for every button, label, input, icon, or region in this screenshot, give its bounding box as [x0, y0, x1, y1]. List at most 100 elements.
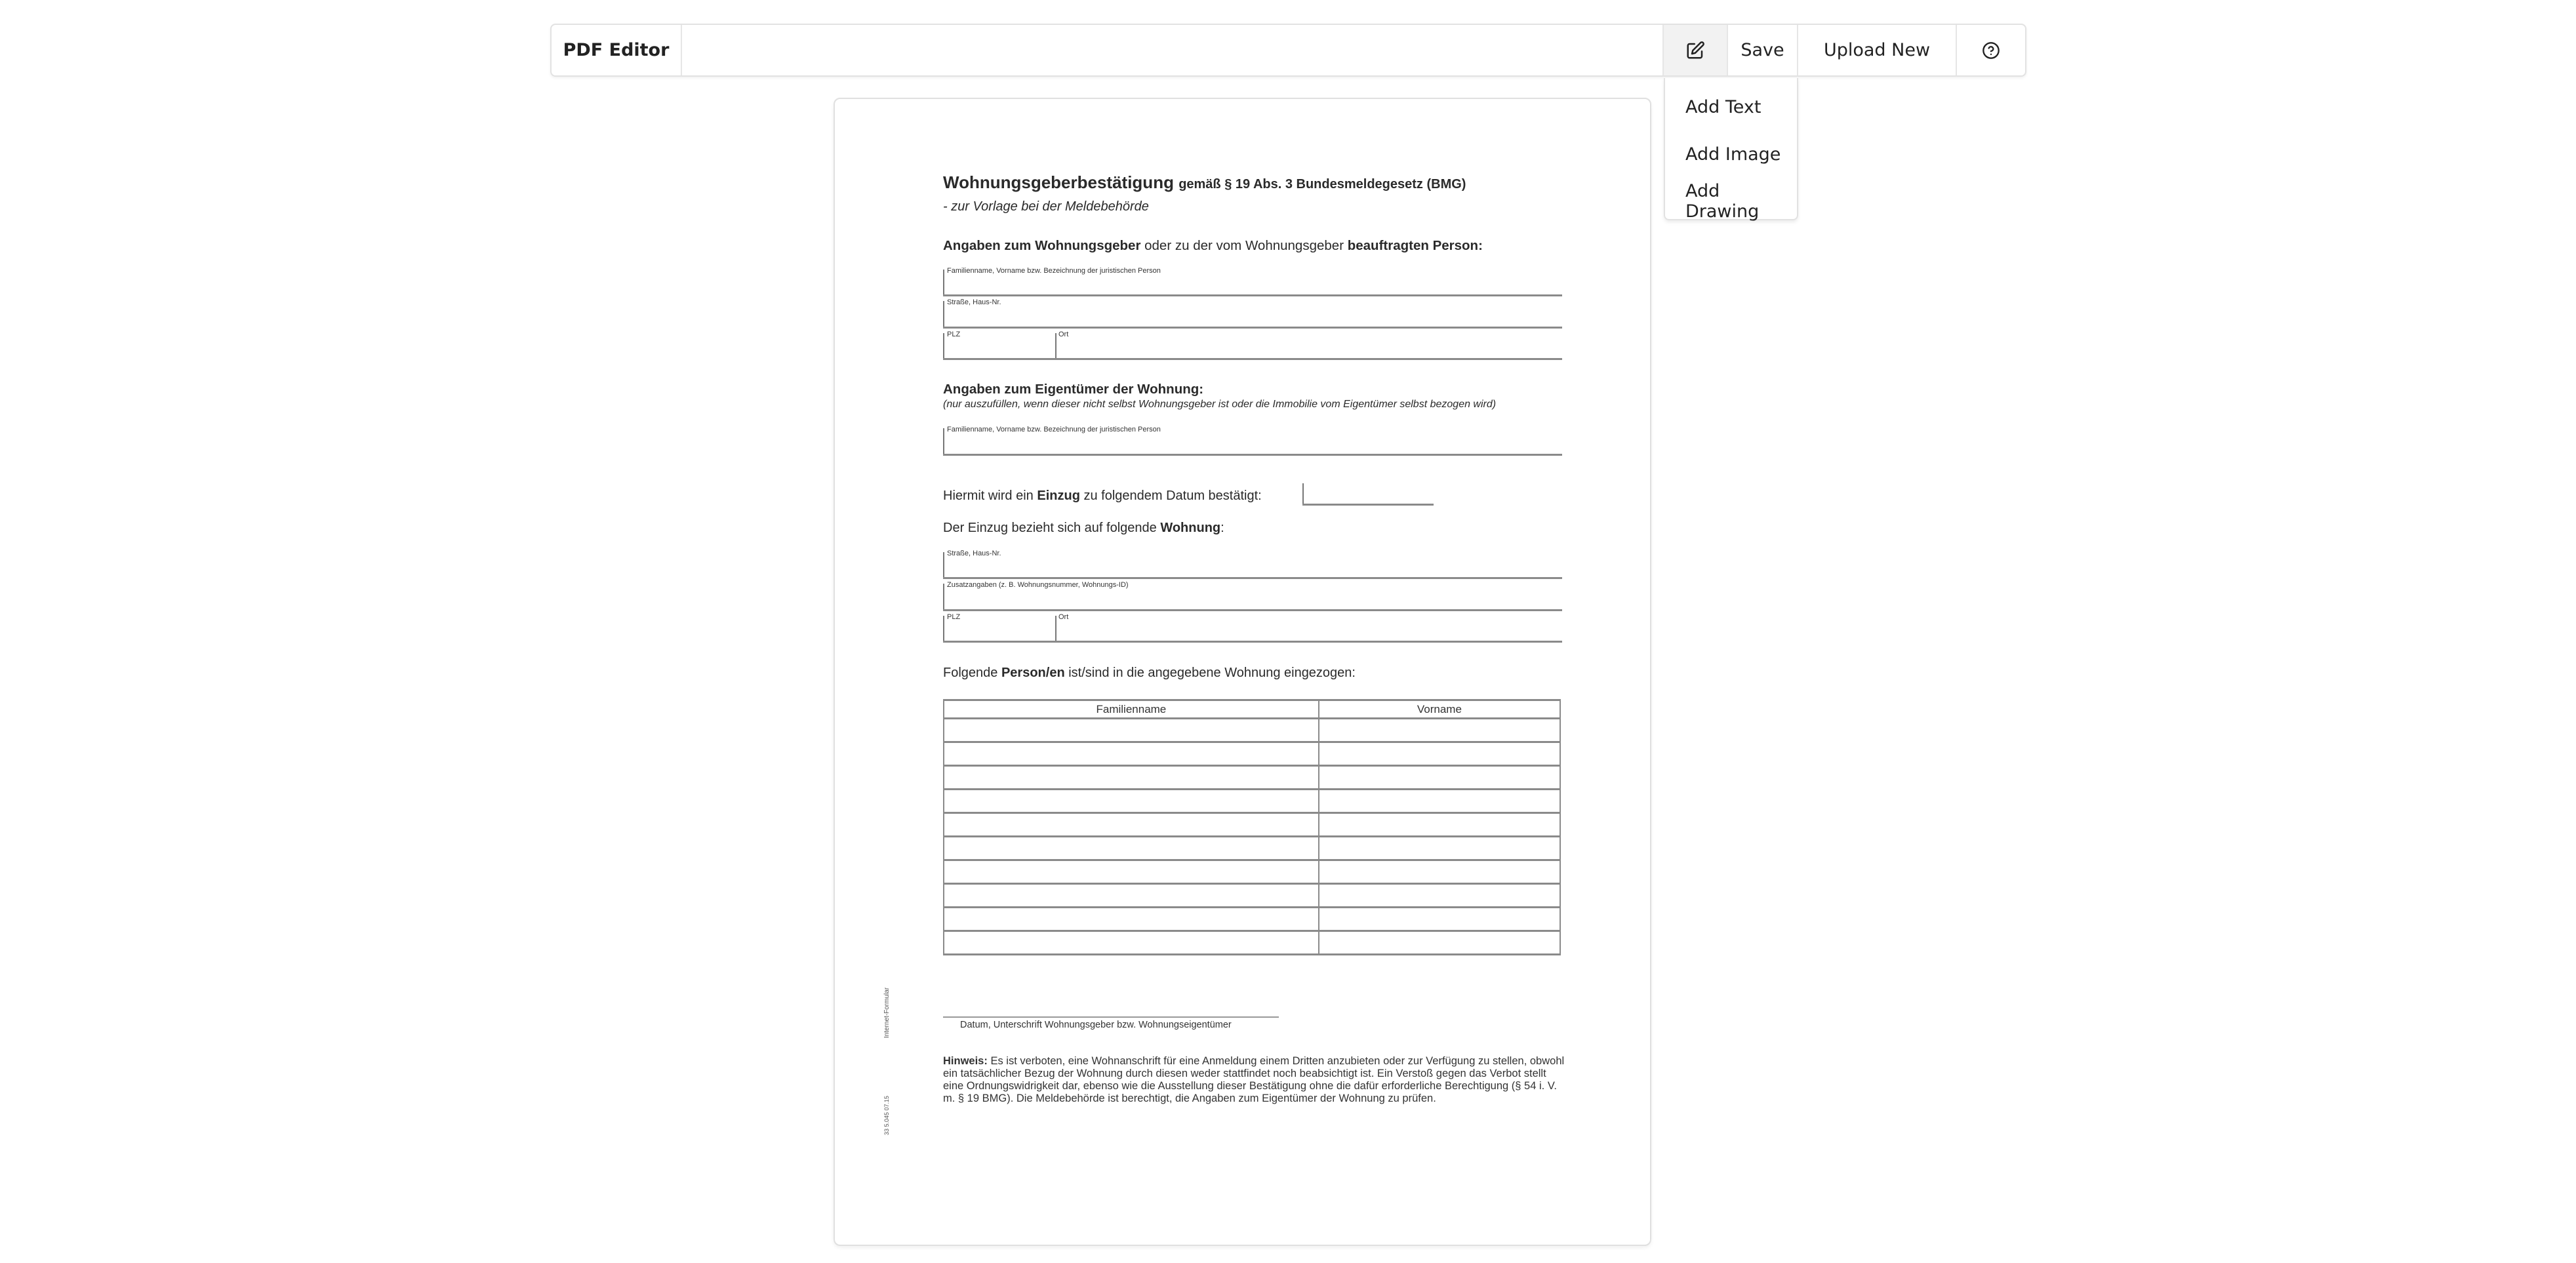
- heading-normal-part: oder zu der vom Wohnungsgeber: [1140, 238, 1348, 253]
- cell-vorname[interactable]: [1318, 930, 1561, 955]
- field-tick: [943, 333, 944, 359]
- pdf-page[interactable]: Wohnungsgeberbestätigung gemäß § 19 Abs.…: [834, 98, 1651, 1246]
- field-label-plz: PLZ: [947, 613, 961, 621]
- section-wohnungsgeber-heading: Angaben zum Wohnungsgeber oder zu der vo…: [943, 238, 1483, 254]
- einzug-date-field[interactable]: [1302, 504, 1434, 506]
- field-label-name: Familienname, Vorname bzw. Bezeichnung d…: [947, 267, 1161, 275]
- upload-new-button[interactable]: Upload New: [1797, 25, 1956, 75]
- date-field-tick: [1302, 483, 1304, 505]
- signature-label: Datum, Unterschrift Wohnungsgeber bzw. W…: [960, 1020, 1232, 1030]
- menu-item-add-drawing[interactable]: Add Drawing: [1665, 178, 1797, 225]
- einzug-statement: Hiermit wird ein Einzug zu folgendem Dat…: [943, 489, 1262, 504]
- document-title: Wohnungsgeberbestätigung gemäß § 19 Abs.…: [943, 172, 1466, 193]
- cell-vorname[interactable]: [1318, 741, 1561, 767]
- document-subtitle: - zur Vorlage bei der Meldebehörde: [943, 199, 1149, 214]
- heading-bold-part: Angaben zum Wohnungsgeber: [943, 238, 1141, 253]
- cell-familienname[interactable]: [943, 859, 1319, 885]
- section-eigentuemer-note: (nur auszufüllen, wenn dieser nicht selb…: [943, 399, 1497, 410]
- field-label-extra: Zusatzangaben (z. B. Wohnungsnummer, Woh…: [947, 581, 1129, 589]
- text-bold-part: Einzug: [1037, 489, 1080, 503]
- field-label-owner-name: Familienname, Vorname bzw. Bezeichnung d…: [947, 426, 1161, 433]
- table-row: [943, 859, 1561, 885]
- side-form-code: 33 5.045 07.15: [883, 1095, 890, 1135]
- plz-ort-divider: [1055, 333, 1057, 359]
- table-row: [943, 906, 1561, 932]
- title-main: Wohnungsgeberbestätigung: [943, 172, 1174, 192]
- wohnung-statement: Der Einzug bezieht sich auf folgende Woh…: [943, 521, 1224, 536]
- column-header-familienname: Familienname: [943, 699, 1319, 719]
- text-part: :: [1220, 521, 1224, 535]
- menu-item-add-text[interactable]: Add Text: [1665, 83, 1797, 130]
- cell-familienname[interactable]: [943, 930, 1319, 955]
- table-row: [943, 835, 1561, 861]
- text-part: Der Einzug bezieht sich auf folgende: [943, 521, 1161, 535]
- signature-line[interactable]: [943, 1016, 1279, 1018]
- table-row: [943, 717, 1561, 743]
- hinweis-label: Hinweis:: [943, 1055, 988, 1067]
- text-bold-part: Person/en: [1001, 666, 1065, 680]
- cell-familienname[interactable]: [943, 883, 1319, 908]
- pdf-content: Wohnungsgeberbestätigung gemäß § 19 Abs.…: [835, 99, 1650, 1245]
- cell-vorname[interactable]: [1318, 717, 1561, 743]
- persons-statement: Folgende Person/en ist/sind in die angeg…: [943, 666, 1356, 681]
- cell-familienname[interactable]: [943, 717, 1319, 743]
- persons-table: Familienname Vorname: [943, 699, 1561, 955]
- field-wohnung-street[interactable]: [943, 577, 1562, 579]
- toolbar: PDF Editor Save Upload New: [550, 24, 2026, 77]
- plz-ort-divider: [1055, 616, 1057, 641]
- field-tick: [943, 616, 944, 641]
- save-button[interactable]: Save: [1727, 25, 1797, 75]
- cell-vorname[interactable]: [1318, 883, 1561, 908]
- cell-vorname[interactable]: [1318, 835, 1561, 861]
- table-row: [943, 812, 1561, 837]
- field-eigentuemer-name[interactable]: [943, 454, 1562, 456]
- field-tick: [943, 270, 944, 296]
- cell-familienname[interactable]: [943, 812, 1319, 837]
- field-wohnungsgeber-name[interactable]: [943, 294, 1562, 296]
- text-part: Hiermit wird ein: [943, 489, 1037, 503]
- field-label-ort: Ort: [1058, 613, 1069, 621]
- text-part: Folgende: [943, 666, 1001, 680]
- title-sub: gemäß § 19 Abs. 3 Bundesmeldegesetz (BMG…: [1178, 177, 1466, 191]
- table-row: [943, 788, 1561, 814]
- hinweis-text: Es ist verboten, eine Wohnanschrift für …: [943, 1055, 1565, 1104]
- table-row: [943, 930, 1561, 955]
- cell-familienname[interactable]: [943, 765, 1319, 790]
- field-label-plz: PLZ: [947, 331, 961, 338]
- hinweis-note: Hinweis: Es ist verboten, eine Wohnansch…: [943, 1055, 1566, 1105]
- cell-familienname[interactable]: [943, 788, 1319, 814]
- edit-dropdown-menu: Add Text Add Image Add Drawing: [1664, 78, 1798, 222]
- field-wohnung-plz-ort[interactable]: [943, 641, 1562, 643]
- app-title: PDF Editor: [552, 25, 682, 75]
- field-label-street: Straße, Haus-Nr.: [947, 550, 1001, 557]
- field-tick: [943, 301, 944, 327]
- help-button[interactable]: [1956, 25, 2025, 75]
- cell-vorname[interactable]: [1318, 788, 1561, 814]
- cell-familienname[interactable]: [943, 741, 1319, 767]
- cell-vorname[interactable]: [1318, 906, 1561, 932]
- cell-vorname[interactable]: [1318, 765, 1561, 790]
- edit-icon: [1685, 41, 1705, 60]
- cell-vorname[interactable]: [1318, 859, 1561, 885]
- menu-item-add-image[interactable]: Add Image: [1665, 130, 1797, 178]
- cell-familienname[interactable]: [943, 906, 1319, 932]
- table-row: [943, 765, 1561, 790]
- heading-bold-part: beauftragten Person:: [1347, 238, 1483, 253]
- field-tick: [943, 428, 944, 454]
- table-row: [943, 883, 1561, 908]
- table-header-row: Familienname Vorname: [943, 699, 1561, 719]
- edit-menu-button[interactable]: [1662, 25, 1727, 75]
- field-tick: [943, 552, 944, 578]
- cell-familienname[interactable]: [943, 835, 1319, 861]
- table-row: [943, 741, 1561, 767]
- field-label-street: Straße, Haus-Nr.: [947, 298, 1001, 306]
- text-part: ist/sind in die angegebene Wohnung einge…: [1064, 666, 1356, 680]
- help-circle-icon: [1982, 41, 2000, 60]
- cell-vorname[interactable]: [1318, 812, 1561, 837]
- field-label-ort: Ort: [1058, 331, 1069, 338]
- field-wohnungsgeber-street[interactable]: [943, 327, 1562, 329]
- section-eigentuemer-heading: Angaben zum Eigentümer der Wohnung:: [943, 382, 1204, 397]
- text-part: zu folgendem Datum bestätigt:: [1079, 489, 1262, 503]
- field-wohnungsgeber-plz-ort[interactable]: [943, 358, 1562, 360]
- field-wohnung-extra[interactable]: [943, 609, 1562, 611]
